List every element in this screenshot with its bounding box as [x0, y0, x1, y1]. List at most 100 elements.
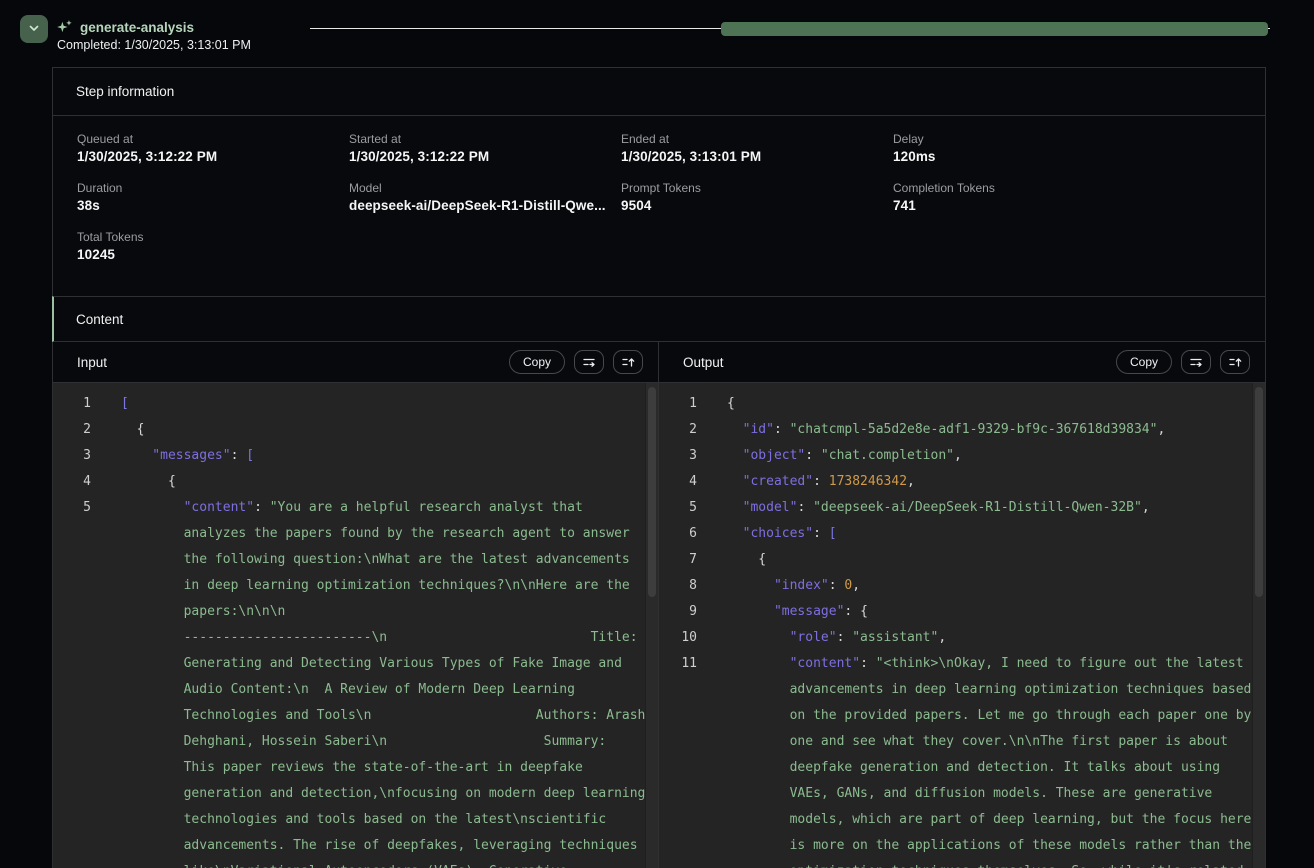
line-number: [53, 807, 91, 833]
line-content: generation and detection,\nfocusing on m…: [121, 781, 645, 807]
field-value: 1/30/2025, 3:13:01 PM: [621, 149, 893, 164]
wrap-text-icon: [582, 355, 596, 369]
line-number: [53, 703, 91, 729]
line-content: [: [121, 391, 129, 417]
code-line: advancements in deep learning optimizati…: [659, 677, 1265, 703]
step-field-total-tokens: Total Tokens10245: [77, 230, 349, 262]
line-number: [53, 651, 91, 677]
code-line: 7{: [659, 547, 1265, 573]
line-content: {: [727, 547, 766, 573]
code-line: 4{: [53, 469, 658, 495]
line-number: 9: [659, 599, 697, 625]
line-number: [53, 547, 91, 573]
input-panel-header: Input Copy: [53, 342, 659, 382]
output-panel-header: Output Copy: [659, 342, 1265, 382]
step-field-ended-at: Ended at1/30/2025, 3:13:01 PM: [621, 132, 893, 164]
line-number: [659, 703, 697, 729]
output-scroll-to-top-button[interactable]: [1220, 350, 1250, 374]
line-number: 4: [659, 469, 697, 495]
code-line: models, which are part of deep learning,…: [659, 807, 1265, 833]
wrap-text-icon: [1189, 355, 1203, 369]
collapse-step-button[interactable]: [20, 15, 48, 43]
input-scrollbar-thumb[interactable]: [648, 387, 656, 597]
line-number: [659, 807, 697, 833]
step-field-delay: Delay120ms: [893, 132, 1165, 164]
line-number: [53, 521, 91, 547]
step-information-header: Step information: [53, 68, 1265, 116]
line-content: "messages": [: [121, 443, 254, 469]
line-content: "role": "assistant",: [727, 625, 946, 651]
line-content: ------------------------\n Title:: [121, 625, 638, 651]
line-number: [53, 729, 91, 755]
output-scrollbar[interactable]: [1252, 383, 1265, 868]
line-content: is more on the applications of these mod…: [727, 833, 1251, 859]
input-code-panel[interactable]: 1[2{3"messages": [4{5"content": "You are…: [53, 383, 659, 868]
code-line: 6"choices": [: [659, 521, 1265, 547]
line-number: [53, 859, 91, 868]
line-number: [659, 833, 697, 859]
step-field-completion-tokens: Completion Tokens741: [893, 181, 1165, 213]
line-content: This paper reviews the state-of-the-art …: [121, 755, 583, 781]
input-copy-button[interactable]: Copy: [509, 350, 565, 374]
code-line: one and see what they cover.\n\nThe firs…: [659, 729, 1265, 755]
line-number: [53, 781, 91, 807]
step-detail-panel: Step information Queued at1/30/2025, 3:1…: [52, 67, 1266, 868]
code-line: papers:\n\n\n: [53, 599, 658, 625]
code-line: 4 "created": 1738246342,: [659, 469, 1265, 495]
code-line: technologies and tools based on the late…: [53, 807, 658, 833]
line-content: "model": "deepseek-ai/DeepSeek-R1-Distil…: [727, 495, 1150, 521]
output-copy-button[interactable]: Copy: [1116, 350, 1172, 374]
line-number: [659, 677, 697, 703]
code-line: 1{: [659, 391, 1265, 417]
line-content: "created": 1738246342,: [727, 469, 915, 495]
field-value: 9504: [621, 198, 893, 213]
line-number: [53, 599, 91, 625]
code-line: 5"content": "You are a helpful research …: [53, 495, 658, 521]
code-line: Technologies and Tools\n Authors: Arash: [53, 703, 658, 729]
line-number: [53, 677, 91, 703]
code-line: 3"object": "chat.completion",: [659, 443, 1265, 469]
output-scrollbar-thumb[interactable]: [1255, 387, 1263, 597]
content-section-header[interactable]: Content: [52, 296, 1265, 342]
line-content: Generating and Detecting Various Types o…: [121, 651, 622, 677]
code-line: 8"index": 0,: [659, 573, 1265, 599]
line-number: 10: [659, 625, 697, 651]
code-line: This paper reviews the state-of-the-art …: [53, 755, 658, 781]
field-value: deepseek-ai/DeepSeek-R1-Distill-Qwe...: [349, 198, 621, 213]
field-value: 10245: [77, 247, 349, 262]
input-wrap-text-button[interactable]: [574, 350, 604, 374]
step-information-title: Step information: [76, 84, 174, 99]
code-line: is more on the applications of these mod…: [659, 833, 1265, 859]
input-scrollbar[interactable]: [645, 383, 658, 868]
field-value: 741: [893, 198, 1165, 213]
step-info-grid: Queued at1/30/2025, 3:12:22 PMStarted at…: [53, 116, 1265, 297]
output-wrap-text-button[interactable]: [1181, 350, 1211, 374]
field-value: 1/30/2025, 3:12:22 PM: [349, 149, 621, 164]
line-content: "message": {: [727, 599, 868, 625]
scroll-to-top-icon: [1228, 355, 1242, 369]
step-field-duration: Duration38s: [77, 181, 349, 213]
line-content: optimization techniques themselves. So, …: [727, 859, 1251, 868]
code-line: Generating and Detecting Various Types o…: [53, 651, 658, 677]
chevron-down-icon: [27, 21, 41, 38]
line-number: 7: [659, 547, 697, 573]
code-line: in deep learning optimization techniques…: [53, 573, 658, 599]
line-content: {: [121, 417, 144, 443]
code-line: optimization techniques themselves. So, …: [659, 859, 1265, 868]
step-name[interactable]: generate-analysis: [80, 20, 194, 35]
output-code-panel[interactable]: 1{2"id": "chatcmpl-5a5d2e8e-adf1-9329-bf…: [659, 383, 1265, 868]
input-scroll-to-top-button[interactable]: [613, 350, 643, 374]
code-line: generation and detection,\nfocusing on m…: [53, 781, 658, 807]
line-number: 1: [659, 391, 697, 417]
code-line: 2{: [53, 417, 658, 443]
line-content: {: [727, 391, 735, 417]
line-content: on the provided papers. Let me go throug…: [727, 703, 1251, 729]
code-line: 5"model": "deepseek-ai/DeepSeek-R1-Disti…: [659, 495, 1265, 521]
code-line: on the provided papers. Let me go throug…: [659, 703, 1265, 729]
field-label: Model: [349, 181, 621, 195]
step-field-prompt-tokens: Prompt Tokens9504: [621, 181, 893, 213]
line-content: analyzes the papers found by the researc…: [121, 521, 630, 547]
line-content: "content": "You are a helpful research a…: [121, 495, 583, 521]
code-line: 10 "role": "assistant",: [659, 625, 1265, 651]
timeline-duration-bar[interactable]: [721, 22, 1268, 36]
